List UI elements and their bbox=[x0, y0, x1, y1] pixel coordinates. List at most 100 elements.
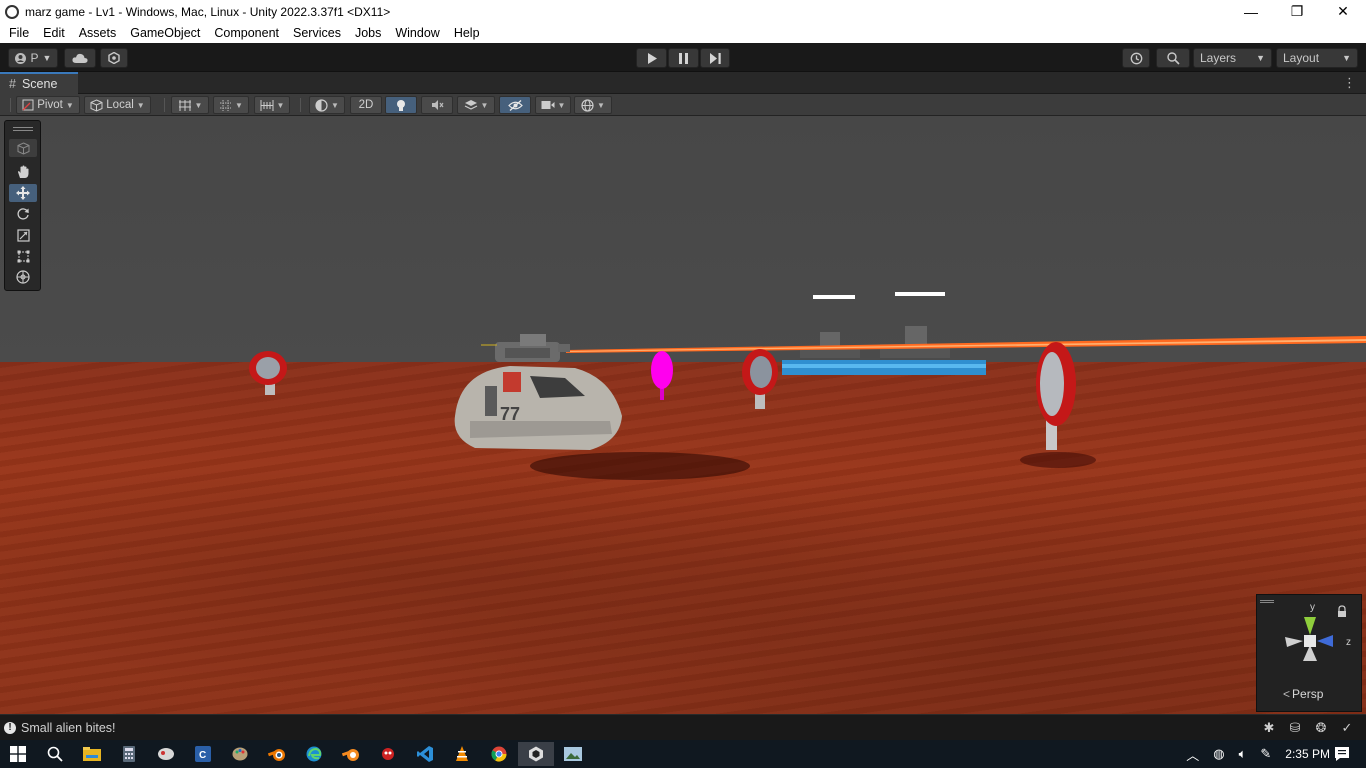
chevron-up-icon[interactable]: ︿ bbox=[1186, 745, 1199, 764]
neg-y-axis-cone[interactable] bbox=[1303, 645, 1317, 661]
network-globe-icon[interactable]: ◍ bbox=[1213, 746, 1224, 762]
cloud-button[interactable] bbox=[64, 48, 96, 68]
vlc-icon[interactable] bbox=[444, 742, 480, 766]
grid-visibility-dropdown[interactable]: ▼ bbox=[213, 96, 249, 114]
search-icon bbox=[1166, 51, 1180, 65]
audio-toggle[interactable] bbox=[421, 96, 453, 114]
taskbar-search-icon[interactable] bbox=[37, 742, 73, 766]
minimize-button[interactable]: — bbox=[1228, 0, 1274, 23]
toggle-2d-button[interactable]: 2D bbox=[350, 96, 382, 114]
rotate-tool[interactable] bbox=[9, 205, 37, 223]
menu-help[interactable]: Help bbox=[447, 26, 487, 40]
menu-jobs[interactable]: Jobs bbox=[348, 26, 388, 40]
menu-file[interactable]: File bbox=[2, 26, 36, 40]
close-button[interactable]: ✕ bbox=[1320, 0, 1366, 23]
tab-scene[interactable]: # Scene bbox=[0, 72, 78, 94]
neg-x-axis-cone[interactable] bbox=[1285, 637, 1303, 647]
hand-tool[interactable] bbox=[9, 163, 37, 181]
transform-tool[interactable] bbox=[9, 268, 37, 286]
clock[interactable]: 2:35 PM bbox=[1285, 747, 1330, 761]
chrome-icon[interactable] bbox=[481, 742, 517, 766]
eye-slash-icon bbox=[507, 99, 523, 111]
scale-tool[interactable] bbox=[9, 226, 37, 244]
target-right[interactable] bbox=[1020, 342, 1096, 468]
maximize-button[interactable]: ❐ bbox=[1274, 0, 1320, 23]
calculator-icon[interactable] bbox=[111, 742, 147, 766]
blender-icon[interactable] bbox=[259, 742, 295, 766]
layers-dropdown[interactable]: Layers ▼ bbox=[1193, 48, 1272, 68]
chevron-down-icon: ▼ bbox=[1342, 53, 1351, 63]
angle-icon: < bbox=[1283, 687, 1291, 701]
check-circle-icon[interactable]: ✓ bbox=[1334, 720, 1360, 736]
lock-icon[interactable] bbox=[1338, 611, 1346, 617]
more-options-icon[interactable]: ⋮ bbox=[1343, 75, 1356, 91]
windows-start-icon[interactable] bbox=[0, 742, 36, 766]
toolbar-grip bbox=[10, 98, 11, 112]
search-button[interactable] bbox=[1156, 48, 1190, 68]
photos-icon[interactable] bbox=[555, 742, 591, 766]
chevron-down-icon: ▼ bbox=[276, 100, 285, 110]
menu-assets[interactable]: Assets bbox=[72, 26, 124, 40]
hover-tank[interactable]: 77 bbox=[454, 334, 750, 480]
scene-viewport[interactable]: 77 y z < Persp bbox=[0, 116, 1366, 714]
orientation-gizmo[interactable]: y z < Persp bbox=[1256, 594, 1362, 712]
battleship-group[interactable] bbox=[782, 326, 986, 375]
vscode-icon[interactable] bbox=[407, 742, 443, 766]
z-axis-cone[interactable] bbox=[1317, 635, 1333, 647]
y-axis-cone[interactable] bbox=[1304, 617, 1316, 635]
hidden-objects-toggle[interactable] bbox=[499, 96, 531, 114]
account-dropdown[interactable]: P ▼ bbox=[8, 48, 58, 68]
effects-dropdown[interactable]: ▼ bbox=[457, 96, 495, 114]
view-cube-tool[interactable] bbox=[9, 139, 37, 157]
console-message[interactable]: Small alien bites! bbox=[21, 721, 116, 735]
menu-services[interactable]: Services bbox=[286, 26, 348, 40]
menu-window[interactable]: Window bbox=[388, 26, 446, 40]
history-button[interactable] bbox=[1122, 48, 1150, 68]
local-dropdown[interactable]: Local ▼ bbox=[84, 96, 151, 114]
pause-button[interactable] bbox=[668, 48, 699, 68]
step-button[interactable] bbox=[700, 48, 730, 68]
notification-center-icon[interactable] bbox=[1334, 746, 1350, 765]
lighting-toggle[interactable] bbox=[385, 96, 417, 114]
grid-snap-dropdown[interactable]: ▼ bbox=[171, 96, 209, 114]
chevron-down-icon: ▼ bbox=[136, 100, 145, 110]
toolbar-separator bbox=[300, 98, 301, 112]
center-cube[interactable] bbox=[1304, 635, 1316, 647]
chevron-down-icon: ▼ bbox=[42, 53, 52, 63]
unity-taskbar-icon[interactable] bbox=[518, 742, 554, 766]
chevron-down-icon: ▼ bbox=[235, 100, 243, 110]
draw-mode-dropdown[interactable]: ▼ bbox=[309, 96, 345, 114]
volume-icon[interactable]: 🔈︎ bbox=[1239, 746, 1247, 762]
game-app-icon[interactable] bbox=[370, 742, 406, 766]
debug-bug-icon[interactable]: ✱ bbox=[1256, 720, 1282, 736]
menu-gameobject[interactable]: GameObject bbox=[123, 26, 207, 40]
move-tool[interactable] bbox=[9, 184, 37, 202]
magenta-balloon[interactable] bbox=[651, 351, 673, 400]
blender-alt-icon[interactable] bbox=[333, 742, 369, 766]
pen-icon[interactable]: ✎ bbox=[1260, 746, 1271, 762]
account-icon bbox=[14, 52, 26, 64]
increment-snap-dropdown[interactable]: ▼ bbox=[254, 96, 290, 114]
menu-component[interactable]: Component bbox=[207, 26, 286, 40]
cache-server-icon[interactable]: ⛁ bbox=[1282, 720, 1308, 736]
paint-palette-icon[interactable] bbox=[222, 742, 258, 766]
collab-button[interactable] bbox=[100, 48, 128, 68]
target-middle[interactable] bbox=[742, 349, 778, 409]
tools-grip[interactable] bbox=[13, 127, 33, 131]
target-left[interactable] bbox=[249, 351, 287, 395]
tab-scene-label: Scene bbox=[21, 77, 58, 91]
gizmos-dropdown[interactable]: ▼ bbox=[574, 96, 612, 114]
rect-tool[interactable] bbox=[9, 247, 37, 265]
file-explorer-icon[interactable] bbox=[74, 742, 110, 766]
auto-generate-lighting-icon[interactable]: ❂ bbox=[1308, 720, 1334, 736]
play-button[interactable] bbox=[636, 48, 667, 68]
menu-edit[interactable]: Edit bbox=[36, 26, 72, 40]
layout-dropdown[interactable]: Layout ▼ bbox=[1276, 48, 1358, 68]
scale-icon bbox=[16, 228, 30, 242]
app-icon-1[interactable] bbox=[148, 742, 184, 766]
edge-browser-icon[interactable] bbox=[296, 742, 332, 766]
projection-toggle[interactable]: < Persp bbox=[1283, 687, 1323, 701]
pivot-dropdown[interactable]: Pivot ▼ bbox=[16, 96, 80, 114]
camera-dropdown[interactable]: ▼ bbox=[535, 96, 571, 114]
app-icon-2[interactable]: C bbox=[185, 742, 221, 766]
